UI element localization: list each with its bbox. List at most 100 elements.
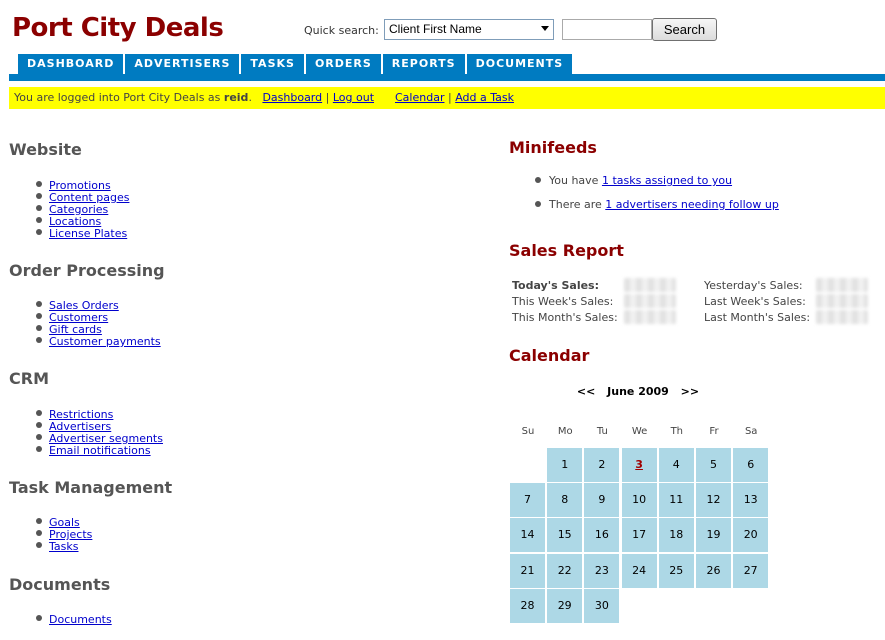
calendar-day[interactable]: 15 <box>547 518 583 553</box>
this-week-sales-value-redacted <box>624 294 676 308</box>
login-username: reid <box>223 91 249 104</box>
tab-advertisers[interactable]: ADVERTISERS <box>125 54 240 74</box>
section-heading-task-management: Task Management <box>9 478 173 497</box>
list-item[interactable]: License Plates <box>35 227 129 240</box>
calendar-day[interactable]: 8 <box>547 483 583 518</box>
calendar-prev-button[interactable]: << <box>577 385 595 398</box>
calendar-day[interactable]: 11 <box>658 483 694 518</box>
task-management-links: Goals Projects Tasks <box>35 517 92 553</box>
section-heading-crm: CRM <box>9 369 49 388</box>
calendar-day[interactable]: 19 <box>696 518 731 553</box>
calendar-day[interactable]: 14 <box>510 518 545 553</box>
calendar-link[interactable]: Calendar <box>395 91 444 104</box>
last-week-sales-label: Last Week's Sales: <box>704 295 806 308</box>
yesterday-sales-label: Yesterday's Sales: <box>704 279 803 292</box>
calendar-day[interactable]: 6 <box>733 448 769 482</box>
section-heading-order-processing: Order Processing <box>9 261 165 280</box>
last-month-sales-label: Last Month's Sales: <box>704 311 811 324</box>
tab-orders[interactable]: ORDERS <box>305 54 381 74</box>
calendar-day[interactable]: 17 <box>621 518 657 553</box>
list-item[interactable]: Customer payments <box>36 335 161 348</box>
crm-links: Restrictions Advertisers Advertiser segm… <box>36 409 163 457</box>
site-title: Port City Deals <box>12 13 224 43</box>
calendar-heading: Calendar <box>509 346 590 365</box>
list-item[interactable]: Email notifications <box>36 444 163 457</box>
login-suffix: . <box>248 91 252 104</box>
last-week-sales-value-redacted <box>816 294 868 308</box>
calendar-day[interactable]: 24 <box>621 553 657 588</box>
nav-underline <box>9 74 885 81</box>
assigned-tasks-link[interactable]: 1 tasks assigned to you <box>602 174 732 187</box>
search-input[interactable] <box>562 19 652 40</box>
calendar-day[interactable]: 27 <box>733 553 769 588</box>
calendar-month-label: June 2009 <box>607 385 669 398</box>
add-task-link[interactable]: Add a Task <box>455 91 514 104</box>
this-week-sales-label: This Week's Sales: <box>512 295 614 308</box>
chevron-down-icon <box>541 26 549 31</box>
calendar-day[interactable]: 4 <box>658 448 694 482</box>
calendar-day[interactable]: 7 <box>510 483 545 518</box>
todays-sales-value-redacted <box>624 278 676 292</box>
calendar-day[interactable]: 23 <box>584 553 620 588</box>
link-separator: | <box>447 91 452 104</box>
calendar-day[interactable]: 5 <box>696 448 731 482</box>
feed-item-tasks: You have 1 tasks assigned to you <box>534 174 732 187</box>
calendar-day-today[interactable]: 3 <box>621 448 657 482</box>
calendar-day[interactable]: 18 <box>658 518 694 553</box>
calendar-day[interactable]: 26 <box>696 553 731 588</box>
yesterday-sales-value-redacted <box>816 278 868 292</box>
license-plates-link[interactable]: License Plates <box>49 227 127 240</box>
calendar-day[interactable]: 10 <box>621 483 657 518</box>
tab-dashboard[interactable]: DASHBOARD <box>18 54 124 74</box>
calendar-day[interactable]: 1 <box>547 448 583 482</box>
search-button[interactable]: Search <box>652 18 717 41</box>
logout-link[interactable]: Log out <box>333 91 374 104</box>
this-month-sales-label: This Month's Sales: <box>512 311 618 324</box>
calendar-day[interactable]: 9 <box>584 483 620 518</box>
calendar-day[interactable]: 28 <box>510 588 545 623</box>
calendar-day[interactable]: 12 <box>696 483 731 518</box>
feed-text: There are <box>549 198 606 211</box>
weekday-header: Th <box>670 426 684 437</box>
dashboard-link[interactable]: Dashboard <box>262 91 322 104</box>
calendar-day[interactable]: 25 <box>658 553 694 588</box>
calendar-day[interactable]: 13 <box>733 483 769 518</box>
advertisers-follow-up-link[interactable]: 1 advertisers needing follow up <box>605 198 779 211</box>
weekday-header: Su <box>521 426 535 437</box>
link-separator: | <box>325 91 330 104</box>
last-month-sales-value-redacted <box>816 310 868 324</box>
documents-link[interactable]: Documents <box>49 613 112 626</box>
sales-report-heading: Sales Report <box>509 241 624 260</box>
list-item[interactable]: Documents <box>36 613 112 626</box>
calendar-day[interactable]: 29 <box>547 588 583 623</box>
calendar-day[interactable]: 22 <box>547 553 583 588</box>
calendar-day[interactable]: 16 <box>584 518 620 553</box>
login-prefix: You are logged into Port City Deals as <box>14 91 224 104</box>
section-heading-website: Website <box>9 140 82 159</box>
tasks-link[interactable]: Tasks <box>49 540 78 553</box>
tab-reports[interactable]: REPORTS <box>382 54 465 74</box>
email-notifications-link[interactable]: Email notifications <box>49 444 151 457</box>
calendar-day[interactable]: 2 <box>584 448 620 482</box>
documents-links: Documents <box>36 613 112 626</box>
login-status-bar: You are logged into Port City Deals as r… <box>9 87 885 109</box>
weekday-header: Mo <box>557 426 573 437</box>
search-field-select-value: Client First Name <box>389 22 482 36</box>
calendar-day[interactable]: 20 <box>733 518 769 553</box>
section-heading-documents: Documents <box>9 575 111 594</box>
calendar-day[interactable]: 30 <box>584 588 620 623</box>
feed-text: You have <box>549 174 602 187</box>
list-item[interactable]: Tasks <box>35 540 92 553</box>
todays-sales-label: Today's Sales: <box>512 279 599 292</box>
calendar-day[interactable]: 21 <box>510 553 545 588</box>
this-month-sales-value-redacted <box>624 310 676 324</box>
calendar-next-button[interactable]: >> <box>681 385 699 398</box>
customer-payments-link[interactable]: Customer payments <box>49 335 161 348</box>
weekday-header: Tu <box>596 426 608 437</box>
feed-item-advertisers: There are 1 advertisers needing follow u… <box>535 198 779 211</box>
calendar-month-nav: << June 2009 >> <box>509 385 767 398</box>
weekday-header: Sa <box>744 426 758 437</box>
tab-tasks[interactable]: TASKS <box>241 54 304 74</box>
search-field-select[interactable]: Client First Name <box>384 19 554 40</box>
tab-documents[interactable]: DOCUMENTS <box>466 54 573 74</box>
